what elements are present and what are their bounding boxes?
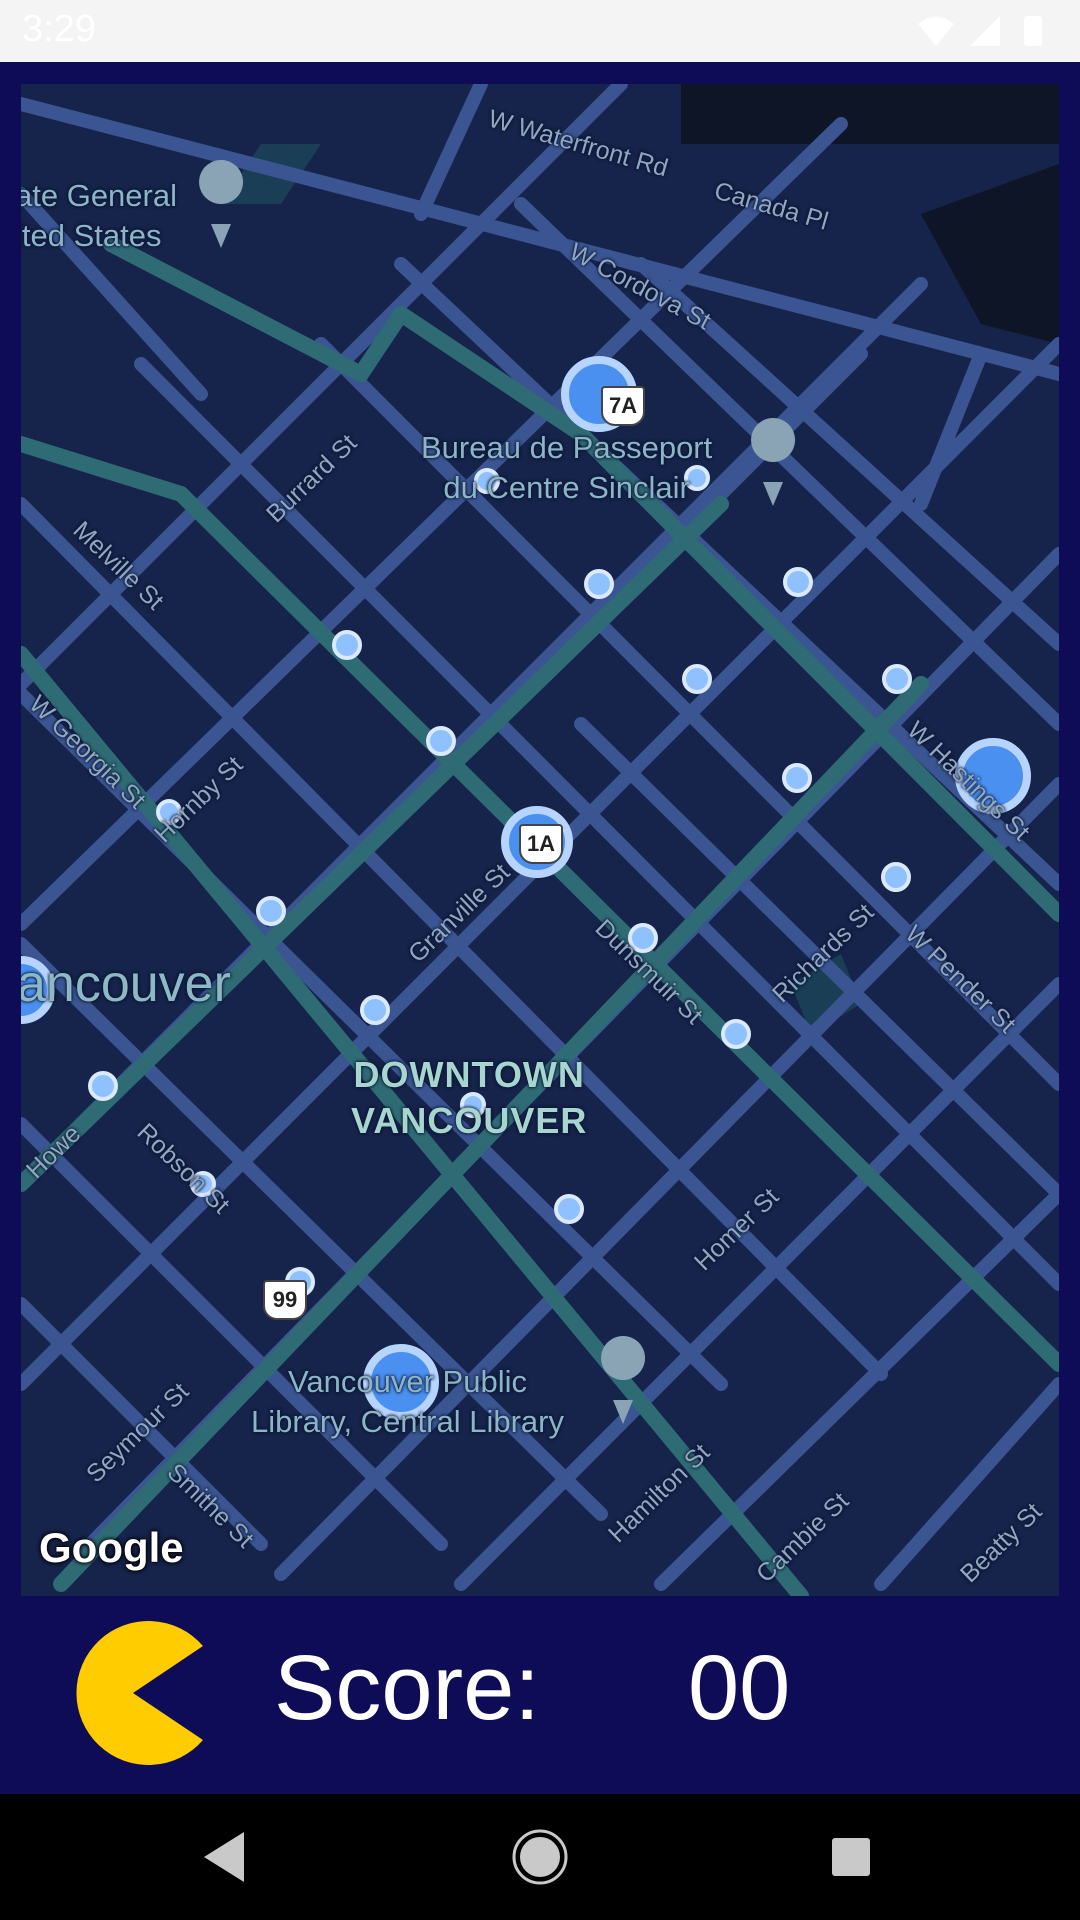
district-label: DOWNTOWN VANCOUVER xyxy=(351,1054,588,1141)
score-value: 00 xyxy=(688,1637,791,1739)
back-icon[interactable] xyxy=(146,1794,306,1920)
poi-label-consulate: ate General ited States xyxy=(21,178,177,253)
status-icons xyxy=(918,16,1042,46)
dark-water-area xyxy=(681,84,1059,144)
game-map[interactable]: 7A 1A 99 ate General ited States Bureau … xyxy=(21,84,1059,1596)
pellet xyxy=(882,664,912,694)
signal-icon xyxy=(970,16,1000,46)
pellet xyxy=(783,567,813,597)
pellet xyxy=(584,569,614,599)
poi-label-passport-bureau: Bureau de Passeport du Centre Sinclair xyxy=(421,430,713,505)
pellet xyxy=(554,1194,584,1224)
highway-1a-shield: 1A xyxy=(519,824,563,864)
pellet xyxy=(881,862,911,892)
pellet xyxy=(682,664,712,694)
navigation-bar xyxy=(0,1794,1080,1920)
pellet xyxy=(256,896,286,926)
battery-icon xyxy=(1024,16,1042,46)
wifi-icon xyxy=(918,17,954,46)
score-label: Score: xyxy=(274,1637,540,1739)
poi-label-library: Vancouver Public Library, Central Librar… xyxy=(251,1364,564,1439)
pellet xyxy=(332,630,362,660)
pellet xyxy=(360,995,390,1025)
pellet xyxy=(426,726,456,756)
pacman-icon xyxy=(76,1621,203,1765)
google-attribution: Google xyxy=(39,1524,184,1571)
pellet xyxy=(88,1071,118,1101)
highway-7a-shield: 7A xyxy=(601,386,645,426)
city-label: ancouver xyxy=(21,955,231,1013)
pellet xyxy=(782,763,812,793)
pellet xyxy=(721,1019,751,1049)
recents-icon[interactable] xyxy=(770,1794,930,1920)
status-bar: 3:29 xyxy=(0,0,1080,62)
status-time: 3:29 xyxy=(22,8,96,50)
home-icon[interactable] xyxy=(460,1794,620,1920)
highway-99-shield: 99 xyxy=(263,1280,307,1320)
